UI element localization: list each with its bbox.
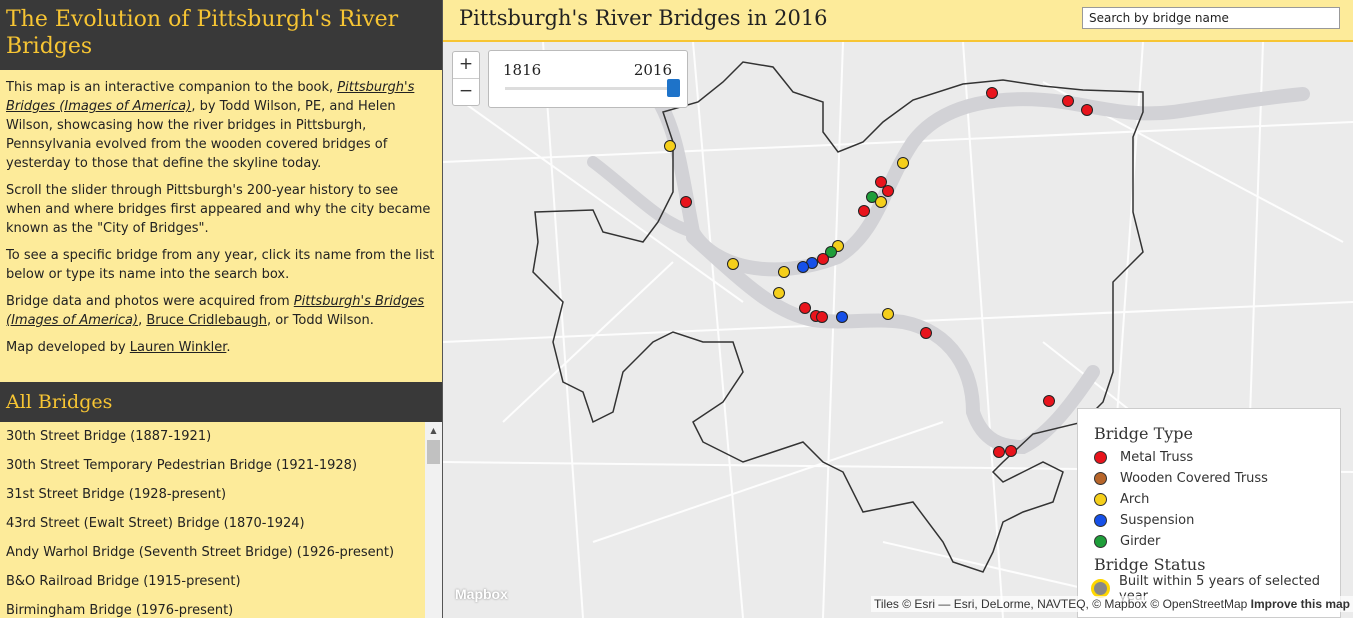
year-slider-box: 1816 2016	[488, 50, 688, 108]
bridge-marker[interactable]	[882, 185, 894, 197]
sidebar-title: The Evolution of Pittsburgh's River Brid…	[0, 0, 442, 70]
bridge-marker[interactable]	[875, 176, 887, 188]
bridge-list-item[interactable]: 31st Street Bridge (1928-present)	[0, 480, 442, 509]
legend-type-label: Suspension	[1120, 513, 1195, 528]
bridge-list-item[interactable]: Birmingham Bridge (1976-present)	[0, 596, 442, 618]
improve-map-link[interactable]: Improve this map	[1251, 597, 1350, 611]
intro-paragraph-4: Bridge data and photos were acquired fro…	[6, 294, 425, 328]
bridge-marker[interactable]	[897, 157, 909, 169]
year-slider-track[interactable]	[505, 87, 673, 90]
all-bridges-header: All Bridges	[0, 382, 442, 422]
bridge-list-container[interactable]: 30th Street Bridge (1887-1921) 30th Stree…	[0, 422, 442, 618]
map-attribution: Tiles © Esri — Esri, DeLorme, NAVTEQ, © …	[870, 596, 1353, 612]
legend-type-item: Wooden Covered Truss	[1094, 468, 1340, 489]
bridge-search-input[interactable]	[1082, 7, 1340, 29]
legend-type-label: Girder	[1120, 534, 1161, 549]
legend-dot-icon	[1094, 472, 1107, 485]
mapbox-logo[interactable]: Mapbox	[455, 586, 508, 602]
bridge-marker[interactable]	[773, 287, 785, 299]
bridge-marker[interactable]	[1062, 95, 1074, 107]
bridge-list-item[interactable]: B&O Railroad Bridge (1915-present)	[0, 567, 442, 596]
bridge-list-item[interactable]: 30th Street Temporary Pedestrian Bridge …	[0, 451, 442, 480]
developer-link[interactable]: Lauren Winkler	[130, 340, 227, 355]
intro-paragraph-5: Map developed by Lauren Winkler.	[6, 340, 231, 355]
bridge-marker[interactable]	[1081, 104, 1093, 116]
bridge-marker[interactable]	[875, 196, 887, 208]
legend-type-label: Arch	[1120, 492, 1150, 507]
slider-min-year: 1816	[503, 61, 542, 79]
bridge-marker[interactable]	[727, 258, 739, 270]
bridge-marker[interactable]	[986, 87, 998, 99]
bridge-marker[interactable]	[664, 140, 676, 152]
bridge-marker[interactable]	[920, 327, 932, 339]
bridge-list-item[interactable]: Andy Warhol Bridge (Seventh Street Bridg…	[0, 538, 442, 567]
bridge-marker[interactable]	[858, 205, 870, 217]
cridlebaugh-link[interactable]: Bruce Cridlebaugh	[146, 313, 267, 328]
legend-type-label: Metal Truss	[1120, 450, 1194, 465]
zoom-out-button[interactable]: −	[453, 79, 479, 105]
legend-type-title: Bridge Type	[1094, 424, 1193, 443]
intro-paragraph-3: To see a specific bridge from any year, …	[6, 248, 435, 282]
legend-dot-icon	[1094, 514, 1107, 527]
bridge-list-item[interactable]: 43rd Street (Ewalt Street) Bridge (1870-…	[0, 509, 442, 538]
legend-type-item: Suspension	[1094, 510, 1340, 531]
legend-type-item: Arch	[1094, 489, 1340, 510]
bridge-marker[interactable]	[836, 311, 848, 323]
legend-type-item: Metal Truss	[1094, 447, 1340, 468]
legend: Bridge Type Metal Truss Wooden Covered Tr…	[1077, 408, 1341, 618]
legend-type-item: Girder	[1094, 531, 1340, 552]
list-scrollbar[interactable]: ▲	[425, 422, 442, 618]
zoom-in-button[interactable]: +	[453, 52, 479, 79]
bridge-marker[interactable]	[799, 302, 811, 314]
scroll-thumb[interactable]	[427, 440, 440, 464]
bridge-list: 30th Street Bridge (1887-1921) 30th Stree…	[0, 422, 442, 618]
scroll-up-arrow-icon[interactable]: ▲	[425, 424, 442, 438]
bridge-marker[interactable]	[816, 311, 828, 323]
bridge-marker[interactable]	[882, 308, 894, 320]
intro-paragraph-2: Scroll the slider through Pittsburgh's 2…	[6, 183, 431, 236]
bridge-marker[interactable]	[680, 196, 692, 208]
intro-text: This map is an interactive companion to …	[0, 70, 442, 382]
bridge-list-item[interactable]: 30th Street Bridge (1887-1921)	[0, 422, 442, 451]
map-panel: Pittsburgh's River Bridges in 2016 Searc…	[443, 0, 1353, 618]
bridge-marker[interactable]	[993, 446, 1005, 458]
bridge-marker[interactable]	[817, 253, 829, 265]
map-title: Pittsburgh's River Bridges in 2016	[459, 6, 828, 30]
slider-max-year: 2016	[633, 61, 672, 79]
legend-dot-icon	[1094, 535, 1107, 548]
legend-type-list: Metal Truss Wooden Covered Truss Arch Suspe…	[1094, 447, 1340, 552]
attribution-text: Tiles © Esri — Esri, DeLorme, NAVTEQ, © …	[873, 597, 1248, 611]
intro-paragraph-1: This map is an interactive companion to …	[6, 80, 415, 171]
legend-dot-icon	[1094, 451, 1107, 464]
year-slider-handle[interactable]	[667, 79, 680, 97]
bridge-marker[interactable]	[1043, 395, 1055, 407]
map-header: Pittsburgh's River Bridges in 2016	[443, 0, 1353, 42]
bridge-marker[interactable]	[797, 261, 809, 273]
legend-dot-icon	[1094, 493, 1107, 506]
bridge-marker[interactable]	[778, 266, 790, 278]
zoom-control: + −	[452, 51, 480, 106]
bridge-marker[interactable]	[1005, 445, 1017, 457]
sidebar: The Evolution of Pittsburgh's River Brid…	[0, 0, 443, 618]
legend-type-label: Wooden Covered Truss	[1120, 471, 1268, 486]
map[interactable]: + − 1816 2016 Bridge Type Metal Truss Woo…	[443, 42, 1353, 618]
